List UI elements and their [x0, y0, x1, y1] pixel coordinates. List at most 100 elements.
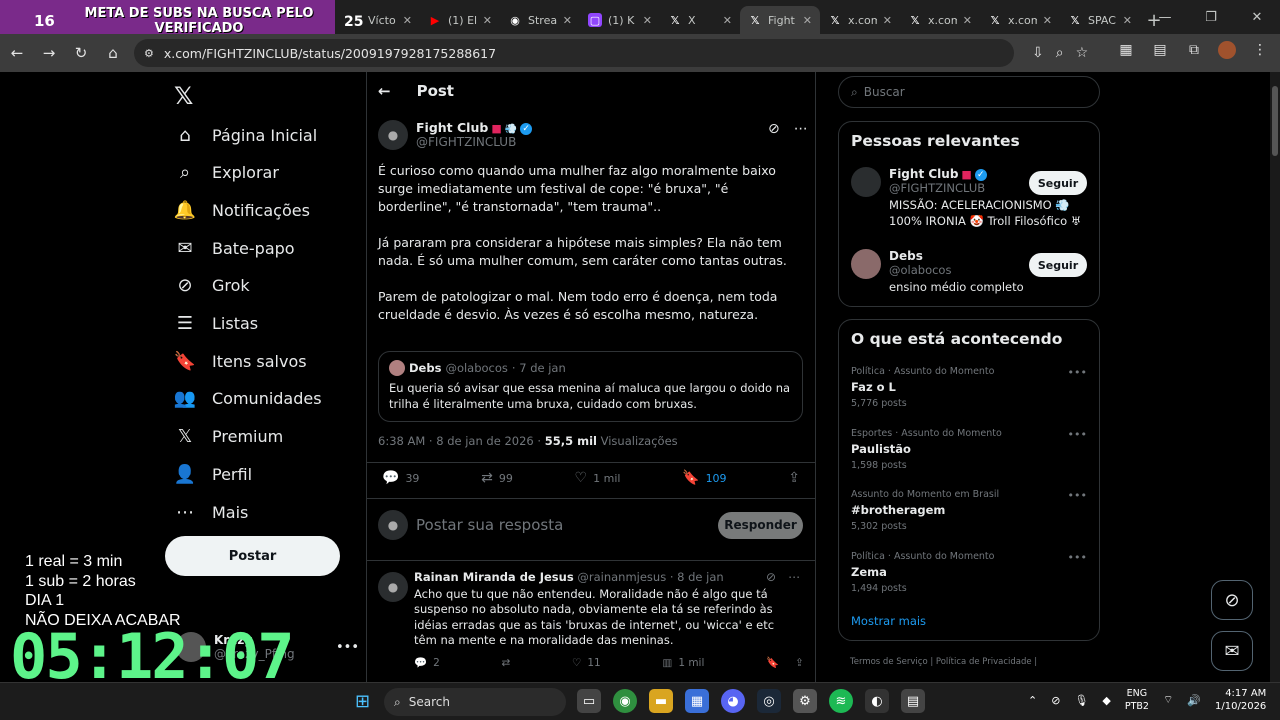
- views-button[interactable]: ▥ 1 mil: [662, 656, 704, 669]
- post-button[interactable]: Postar: [165, 536, 340, 576]
- like-button[interactable]: ♡ 11: [572, 656, 601, 669]
- reply-button[interactable]: 💬 2: [414, 656, 440, 670]
- post-author[interactable]: ● Fight Club ■ 💨 ✓ @FIGHTZINCLUB: [378, 120, 533, 150]
- network-icon[interactable]: ⊘: [1051, 694, 1060, 707]
- browser-tab[interactable]: 𝕏 X ✕: [660, 6, 740, 34]
- minimize-icon[interactable]: —: [1142, 10, 1188, 25]
- x-logo-icon[interactable]: 𝕏: [174, 82, 193, 110]
- reply-button[interactable]: 💬 39: [382, 470, 419, 486]
- file-explorer-icon[interactable]: ▬: [649, 689, 673, 713]
- like-button[interactable]: ♡ 1 mil: [575, 470, 621, 486]
- steam-icon[interactable]: ◎: [757, 689, 781, 713]
- tab-close-icon[interactable]: ✕: [643, 14, 652, 27]
- more-icon[interactable]: ⋯: [788, 570, 800, 584]
- tab-close-icon[interactable]: ✕: [723, 14, 732, 27]
- quoted-post[interactable]: Debs @olabocos · 7 de jan Eu queria só a…: [378, 351, 803, 422]
- reload-icon[interactable]: ↻: [66, 38, 96, 68]
- footer-links[interactable]: Termos de Serviço | Política de Privacid…: [850, 657, 1037, 667]
- more-icon[interactable]: ⋯: [794, 121, 808, 137]
- windows-start-icon[interactable]: ⊞: [355, 691, 370, 712]
- home-icon[interactable]: ⌂: [98, 38, 128, 68]
- reply-submit-button[interactable]: Responder: [718, 511, 803, 539]
- avatar[interactable]: ●: [378, 572, 408, 602]
- chrome-icon[interactable]: ◉: [613, 689, 637, 713]
- avatar[interactable]: [851, 167, 881, 197]
- tab-close-icon[interactable]: ✕: [963, 14, 972, 27]
- nav-item-bate-papo[interactable]: ✉ Bate-papo: [174, 229, 294, 267]
- follow-button[interactable]: Seguir: [1029, 253, 1087, 277]
- nav-item-p-gina-inicial[interactable]: ⌂ Página Inicial: [174, 116, 317, 154]
- install-icon[interactable]: ⇩: [1032, 45, 1044, 61]
- zoom-icon[interactable]: ⌕: [1056, 45, 1064, 61]
- trend-more-icon[interactable]: •••: [1068, 428, 1087, 441]
- spotify-icon[interactable]: ≋: [829, 689, 853, 713]
- bookmark-button[interactable]: 🔖 109: [682, 470, 726, 486]
- profile-avatar[interactable]: [1218, 41, 1236, 59]
- browser-tab[interactable]: 𝕏x.com ✕: [900, 6, 980, 34]
- nav-item-itens-salvos[interactable]: 🔖 Itens salvos: [174, 342, 307, 380]
- nav-item-grok[interactable]: ⊘ Grok: [174, 267, 249, 305]
- browser-tab[interactable]: ▢ (1) K ✕: [580, 6, 660, 34]
- restore-icon[interactable]: ❐: [1188, 10, 1234, 25]
- nav-item-perfil[interactable]: 👤 Perfil: [174, 455, 252, 493]
- language-indicator[interactable]: ENG PTB2: [1125, 687, 1149, 713]
- grok-icon[interactable]: ⊘: [766, 570, 776, 584]
- store-icon[interactable]: ▦: [685, 689, 709, 713]
- tab-close-icon[interactable]: ✕: [563, 14, 572, 27]
- scrollbar-thumb[interactable]: [1272, 86, 1278, 156]
- browser-tab[interactable]: 𝕏x.com ✕: [980, 6, 1060, 34]
- trend-item[interactable]: Esportes · Assunto do Momento Paulistão 1,…: [851, 428, 1091, 471]
- settings-gear-icon[interactable]: ⚙: [793, 689, 817, 713]
- trend-more-icon[interactable]: •••: [1068, 551, 1087, 564]
- extension-icon[interactable]: ▦: [1116, 40, 1136, 60]
- browser-tab[interactable]: 𝕏 SPAC ✕: [1060, 6, 1140, 34]
- trend-more-icon[interactable]: •••: [1068, 489, 1087, 502]
- address-bar[interactable]: ⚙ x.com/FIGHTZINCLUB/status/200919792817…: [134, 39, 1014, 67]
- tab-close-icon[interactable]: ✕: [1043, 14, 1052, 27]
- forward-icon[interactable]: →: [34, 38, 64, 68]
- account-more-icon[interactable]: •••: [336, 640, 359, 655]
- grok-fab-icon[interactable]: ⊘: [1211, 580, 1253, 620]
- tab-close-icon[interactable]: ✕: [1123, 14, 1132, 27]
- nav-item-notifica-es[interactable]: 🔔 Notificações: [174, 191, 310, 229]
- messages-fab-icon[interactable]: ✉: [1211, 631, 1253, 671]
- tab-close-icon[interactable]: ✕: [403, 14, 412, 27]
- bookmark-button[interactable]: 🔖 ⇪: [766, 656, 804, 670]
- search-input[interactable]: ⌕ Buscar: [838, 76, 1100, 108]
- trend-item[interactable]: Política · Assunto do Momento Zema 1,494 p…: [851, 551, 1091, 594]
- obs-icon[interactable]: ◐: [865, 689, 889, 713]
- trend-more-icon[interactable]: •••: [1068, 366, 1087, 379]
- tab-close-icon[interactable]: ✕: [803, 14, 812, 27]
- reply-input[interactable]: Postar sua resposta: [416, 516, 710, 534]
- share-icon[interactable]: ⇪: [795, 657, 804, 669]
- mic-icon[interactable]: 🎙: [1074, 694, 1088, 707]
- nav-item-listas[interactable]: ☰ Listas: [174, 305, 258, 343]
- avatar[interactable]: ●: [378, 120, 408, 150]
- post-timestamp[interactable]: 6:38 AM · 8 de jan de 2026 ·: [378, 434, 545, 448]
- tab-close-icon[interactable]: ✕: [483, 14, 492, 27]
- repost-button[interactable]: ⇄ 99: [481, 470, 513, 486]
- share-button[interactable]: ⇪: [788, 470, 800, 486]
- repost-button[interactable]: ⇄: [501, 656, 510, 669]
- taskbar-search[interactable]: ⌕ Search: [384, 688, 566, 716]
- tray-app-icon[interactable]: ◆: [1102, 694, 1110, 707]
- calculator-icon[interactable]: ▤: [901, 689, 925, 713]
- back-arrow-icon[interactable]: ←: [378, 82, 391, 100]
- volume-icon[interactable]: 🔊: [1187, 694, 1201, 707]
- menu-icon[interactable]: ⋮: [1250, 40, 1270, 60]
- extension-icon[interactable]: ▤: [1150, 40, 1170, 60]
- nav-item-comunidades[interactable]: 👥 Comunidades: [174, 380, 322, 418]
- show-more-link[interactable]: Mostrar mais: [851, 614, 926, 628]
- scrollbar[interactable]: [1270, 72, 1280, 682]
- extensions-puzzle-icon[interactable]: ⧉: [1184, 40, 1204, 60]
- nav-item-mais[interactable]: ⋯ Mais: [174, 493, 248, 531]
- browser-tab[interactable]: ▶ (1) El ✕: [420, 6, 500, 34]
- browser-tab[interactable]: 𝕏 Fight ✕: [740, 6, 820, 34]
- browser-tab[interactable]: 𝕏x.com ✕: [820, 6, 900, 34]
- close-window-icon[interactable]: ✕: [1234, 10, 1280, 25]
- wifi-icon[interactable]: ⌔: [1163, 693, 1173, 707]
- discord-icon[interactable]: ◕: [721, 689, 745, 713]
- browser-tab[interactable]: ◉ Strea ✕: [500, 6, 580, 34]
- task-view-icon[interactable]: ▭: [577, 689, 601, 713]
- grok-icon[interactable]: ⊘: [768, 121, 780, 137]
